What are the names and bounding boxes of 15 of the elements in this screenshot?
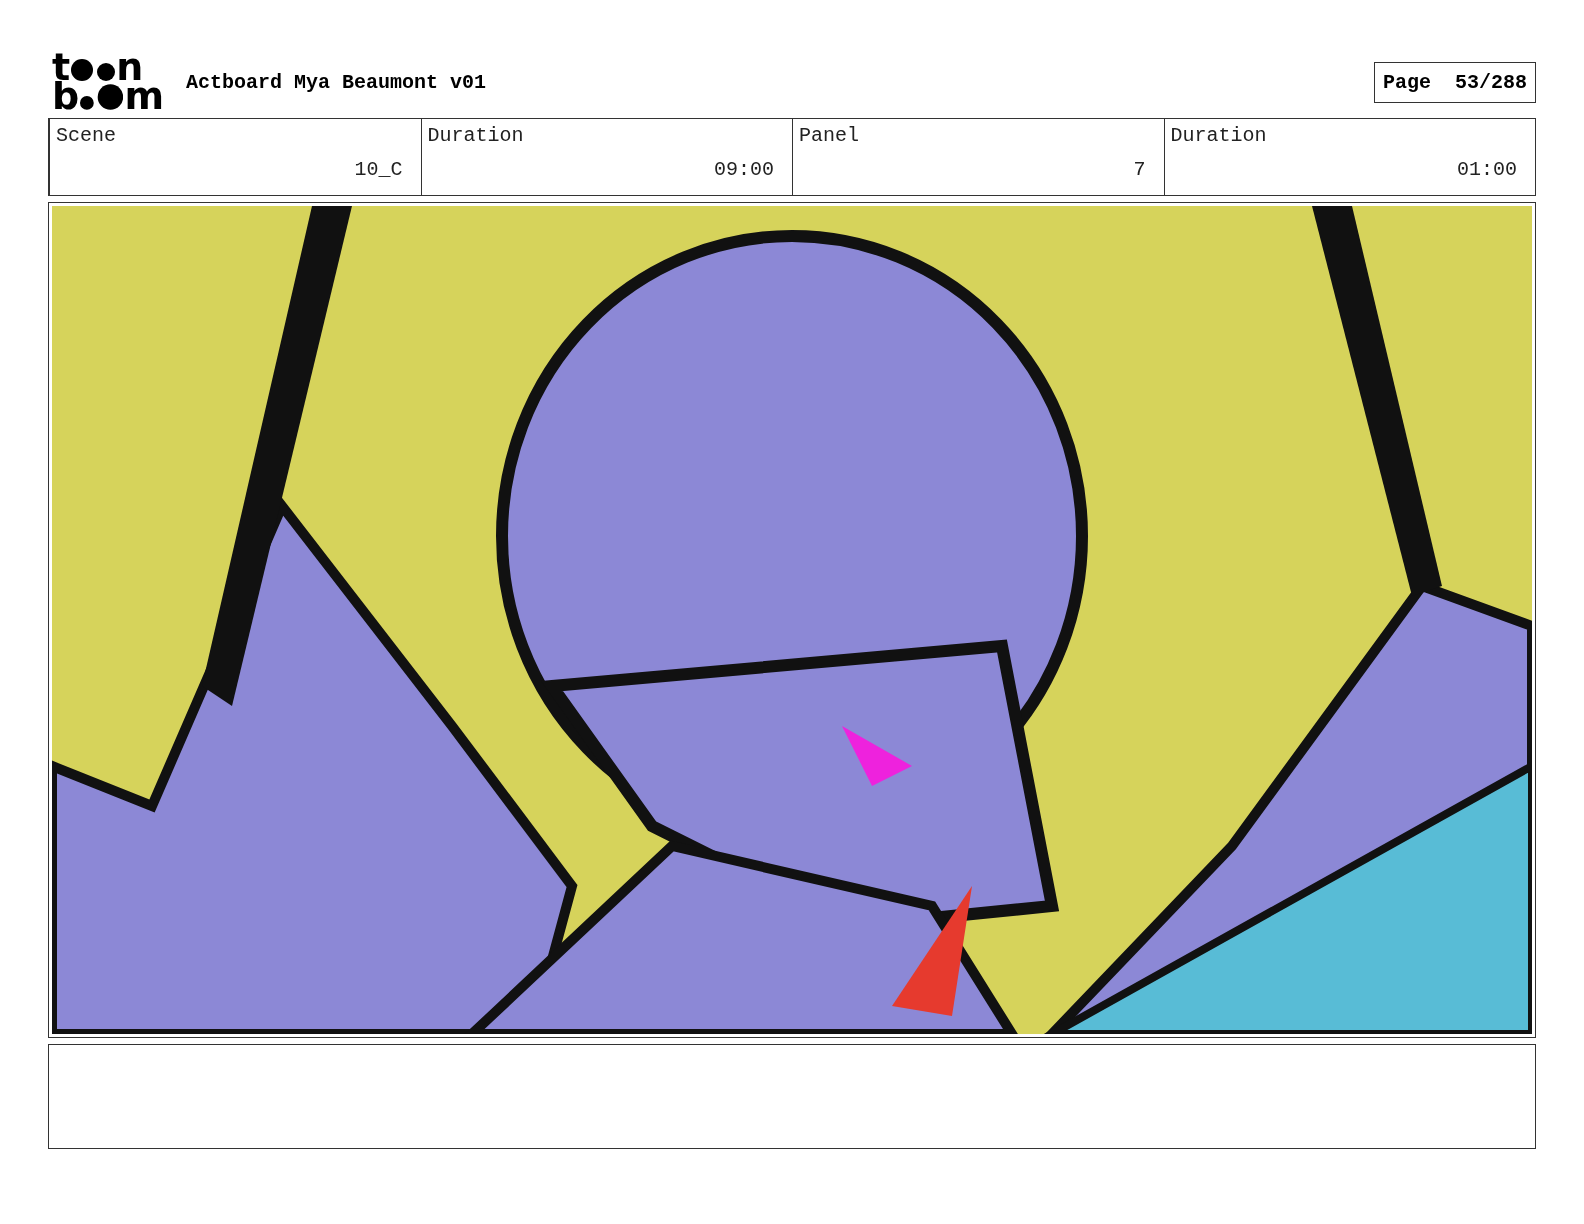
- logo-letter: n: [116, 53, 144, 82]
- logo-letter: m: [124, 82, 164, 111]
- field-label: Scene: [56, 124, 117, 147]
- field-label: Duration: [1170, 124, 1268, 147]
- logo-letter: b: [52, 82, 80, 111]
- field-value: 7: [1132, 158, 1146, 181]
- field-value: 10_C: [353, 158, 403, 181]
- field-label: Duration: [427, 124, 525, 147]
- logo-dots-icon: [80, 83, 124, 110]
- page-counter: Page 53/288: [1373, 61, 1536, 103]
- field-label: Panel: [799, 124, 860, 147]
- field-value: 01:00: [1456, 158, 1517, 181]
- document-title: Actboard Mya Beaumont v01: [186, 70, 488, 94]
- logo-letter: t: [52, 53, 71, 82]
- field-value: 09:00: [713, 158, 774, 181]
